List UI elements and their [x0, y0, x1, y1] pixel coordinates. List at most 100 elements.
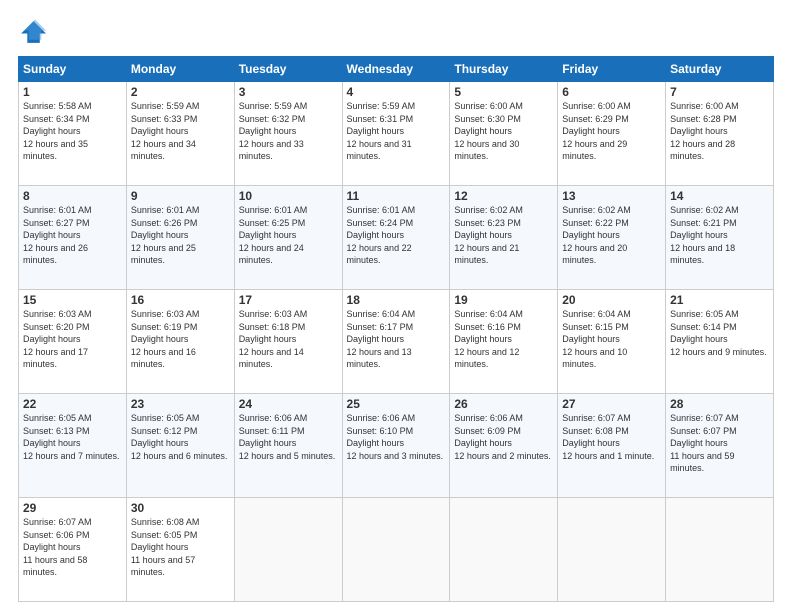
- calendar-cell: 24 Sunrise: 6:06 AM Sunset: 6:11 PM Dayl…: [234, 394, 342, 498]
- day-info: Sunrise: 6:06 AM Sunset: 6:11 PM Dayligh…: [239, 412, 338, 462]
- day-info: Sunrise: 6:07 AM Sunset: 6:08 PM Dayligh…: [562, 412, 661, 462]
- day-number: 4: [347, 85, 446, 99]
- day-number: 26: [454, 397, 553, 411]
- day-info: Sunrise: 5:58 AM Sunset: 6:34 PM Dayligh…: [23, 100, 122, 163]
- calendar-header-row: SundayMondayTuesdayWednesdayThursdayFrid…: [19, 57, 774, 82]
- day-number: 15: [23, 293, 122, 307]
- calendar-cell: [342, 498, 450, 602]
- day-number: 18: [347, 293, 446, 307]
- calendar-day-header: Monday: [126, 57, 234, 82]
- day-number: 6: [562, 85, 661, 99]
- day-info: Sunrise: 6:07 AM Sunset: 6:07 PM Dayligh…: [670, 412, 769, 475]
- calendar-cell: [666, 498, 774, 602]
- day-info: Sunrise: 6:02 AM Sunset: 6:23 PM Dayligh…: [454, 204, 553, 267]
- calendar-cell: [558, 498, 666, 602]
- day-number: 25: [347, 397, 446, 411]
- day-info: Sunrise: 6:00 AM Sunset: 6:29 PM Dayligh…: [562, 100, 661, 163]
- calendar-cell: 3 Sunrise: 5:59 AM Sunset: 6:32 PM Dayli…: [234, 82, 342, 186]
- calendar-day-header: Wednesday: [342, 57, 450, 82]
- calendar-cell: 29 Sunrise: 6:07 AM Sunset: 6:06 PM Dayl…: [19, 498, 127, 602]
- logo-icon: [18, 18, 46, 46]
- day-info: Sunrise: 6:05 AM Sunset: 6:14 PM Dayligh…: [670, 308, 769, 358]
- day-number: 16: [131, 293, 230, 307]
- calendar-cell: 7 Sunrise: 6:00 AM Sunset: 6:28 PM Dayli…: [666, 82, 774, 186]
- calendar-cell: 21 Sunrise: 6:05 AM Sunset: 6:14 PM Dayl…: [666, 290, 774, 394]
- day-info: Sunrise: 5:59 AM Sunset: 6:33 PM Dayligh…: [131, 100, 230, 163]
- calendar-cell: 14 Sunrise: 6:02 AM Sunset: 6:21 PM Dayl…: [666, 186, 774, 290]
- day-number: 8: [23, 189, 122, 203]
- calendar-day-header: Thursday: [450, 57, 558, 82]
- day-info: Sunrise: 6:00 AM Sunset: 6:30 PM Dayligh…: [454, 100, 553, 163]
- day-number: 12: [454, 189, 553, 203]
- day-number: 10: [239, 189, 338, 203]
- day-number: 17: [239, 293, 338, 307]
- day-number: 2: [131, 85, 230, 99]
- day-number: 11: [347, 189, 446, 203]
- calendar-cell: 22 Sunrise: 6:05 AM Sunset: 6:13 PM Dayl…: [19, 394, 127, 498]
- calendar-cell: 5 Sunrise: 6:00 AM Sunset: 6:30 PM Dayli…: [450, 82, 558, 186]
- calendar-cell: 11 Sunrise: 6:01 AM Sunset: 6:24 PM Dayl…: [342, 186, 450, 290]
- day-number: 1: [23, 85, 122, 99]
- day-info: Sunrise: 6:06 AM Sunset: 6:09 PM Dayligh…: [454, 412, 553, 462]
- calendar-week-row: 15 Sunrise: 6:03 AM Sunset: 6:20 PM Dayl…: [19, 290, 774, 394]
- calendar-cell: 13 Sunrise: 6:02 AM Sunset: 6:22 PM Dayl…: [558, 186, 666, 290]
- day-info: Sunrise: 6:06 AM Sunset: 6:10 PM Dayligh…: [347, 412, 446, 462]
- calendar-day-header: Saturday: [666, 57, 774, 82]
- calendar-day-header: Sunday: [19, 57, 127, 82]
- page: SundayMondayTuesdayWednesdayThursdayFrid…: [0, 0, 792, 612]
- day-info: Sunrise: 6:04 AM Sunset: 6:15 PM Dayligh…: [562, 308, 661, 371]
- calendar-day-header: Friday: [558, 57, 666, 82]
- calendar-cell: 30 Sunrise: 6:08 AM Sunset: 6:05 PM Dayl…: [126, 498, 234, 602]
- day-info: Sunrise: 6:01 AM Sunset: 6:26 PM Dayligh…: [131, 204, 230, 267]
- calendar-cell: 10 Sunrise: 6:01 AM Sunset: 6:25 PM Dayl…: [234, 186, 342, 290]
- day-info: Sunrise: 6:01 AM Sunset: 6:25 PM Dayligh…: [239, 204, 338, 267]
- calendar-cell: 25 Sunrise: 6:06 AM Sunset: 6:10 PM Dayl…: [342, 394, 450, 498]
- calendar-cell: 28 Sunrise: 6:07 AM Sunset: 6:07 PM Dayl…: [666, 394, 774, 498]
- day-info: Sunrise: 5:59 AM Sunset: 6:31 PM Dayligh…: [347, 100, 446, 163]
- calendar-week-row: 8 Sunrise: 6:01 AM Sunset: 6:27 PM Dayli…: [19, 186, 774, 290]
- day-info: Sunrise: 6:08 AM Sunset: 6:05 PM Dayligh…: [131, 516, 230, 579]
- day-number: 29: [23, 501, 122, 515]
- day-info: Sunrise: 6:04 AM Sunset: 6:17 PM Dayligh…: [347, 308, 446, 371]
- day-info: Sunrise: 5:59 AM Sunset: 6:32 PM Dayligh…: [239, 100, 338, 163]
- calendar-cell: 9 Sunrise: 6:01 AM Sunset: 6:26 PM Dayli…: [126, 186, 234, 290]
- day-number: 19: [454, 293, 553, 307]
- day-number: 24: [239, 397, 338, 411]
- header: [18, 18, 774, 46]
- calendar-week-row: 22 Sunrise: 6:05 AM Sunset: 6:13 PM Dayl…: [19, 394, 774, 498]
- day-number: 9: [131, 189, 230, 203]
- calendar-cell: 2 Sunrise: 5:59 AM Sunset: 6:33 PM Dayli…: [126, 82, 234, 186]
- calendar-cell: [450, 498, 558, 602]
- calendar-week-row: 29 Sunrise: 6:07 AM Sunset: 6:06 PM Dayl…: [19, 498, 774, 602]
- day-info: Sunrise: 6:01 AM Sunset: 6:24 PM Dayligh…: [347, 204, 446, 267]
- calendar-cell: 15 Sunrise: 6:03 AM Sunset: 6:20 PM Dayl…: [19, 290, 127, 394]
- calendar-cell: 20 Sunrise: 6:04 AM Sunset: 6:15 PM Dayl…: [558, 290, 666, 394]
- day-info: Sunrise: 6:03 AM Sunset: 6:20 PM Dayligh…: [23, 308, 122, 371]
- calendar-table: SundayMondayTuesdayWednesdayThursdayFrid…: [18, 56, 774, 602]
- calendar-cell: 12 Sunrise: 6:02 AM Sunset: 6:23 PM Dayl…: [450, 186, 558, 290]
- day-number: 28: [670, 397, 769, 411]
- day-number: 22: [23, 397, 122, 411]
- calendar-cell: [234, 498, 342, 602]
- day-number: 30: [131, 501, 230, 515]
- calendar-cell: 18 Sunrise: 6:04 AM Sunset: 6:17 PM Dayl…: [342, 290, 450, 394]
- day-info: Sunrise: 6:01 AM Sunset: 6:27 PM Dayligh…: [23, 204, 122, 267]
- logo: [18, 18, 50, 46]
- day-info: Sunrise: 6:02 AM Sunset: 6:21 PM Dayligh…: [670, 204, 769, 267]
- day-info: Sunrise: 6:05 AM Sunset: 6:12 PM Dayligh…: [131, 412, 230, 462]
- calendar-cell: 16 Sunrise: 6:03 AM Sunset: 6:19 PM Dayl…: [126, 290, 234, 394]
- calendar-cell: 4 Sunrise: 5:59 AM Sunset: 6:31 PM Dayli…: [342, 82, 450, 186]
- calendar-cell: 6 Sunrise: 6:00 AM Sunset: 6:29 PM Dayli…: [558, 82, 666, 186]
- calendar-day-header: Tuesday: [234, 57, 342, 82]
- calendar-cell: 26 Sunrise: 6:06 AM Sunset: 6:09 PM Dayl…: [450, 394, 558, 498]
- day-number: 14: [670, 189, 769, 203]
- calendar-week-row: 1 Sunrise: 5:58 AM Sunset: 6:34 PM Dayli…: [19, 82, 774, 186]
- calendar-cell: 19 Sunrise: 6:04 AM Sunset: 6:16 PM Dayl…: [450, 290, 558, 394]
- day-info: Sunrise: 6:03 AM Sunset: 6:18 PM Dayligh…: [239, 308, 338, 371]
- day-number: 3: [239, 85, 338, 99]
- day-number: 27: [562, 397, 661, 411]
- day-info: Sunrise: 6:04 AM Sunset: 6:16 PM Dayligh…: [454, 308, 553, 371]
- day-number: 20: [562, 293, 661, 307]
- day-info: Sunrise: 6:03 AM Sunset: 6:19 PM Dayligh…: [131, 308, 230, 371]
- day-info: Sunrise: 6:07 AM Sunset: 6:06 PM Dayligh…: [23, 516, 122, 579]
